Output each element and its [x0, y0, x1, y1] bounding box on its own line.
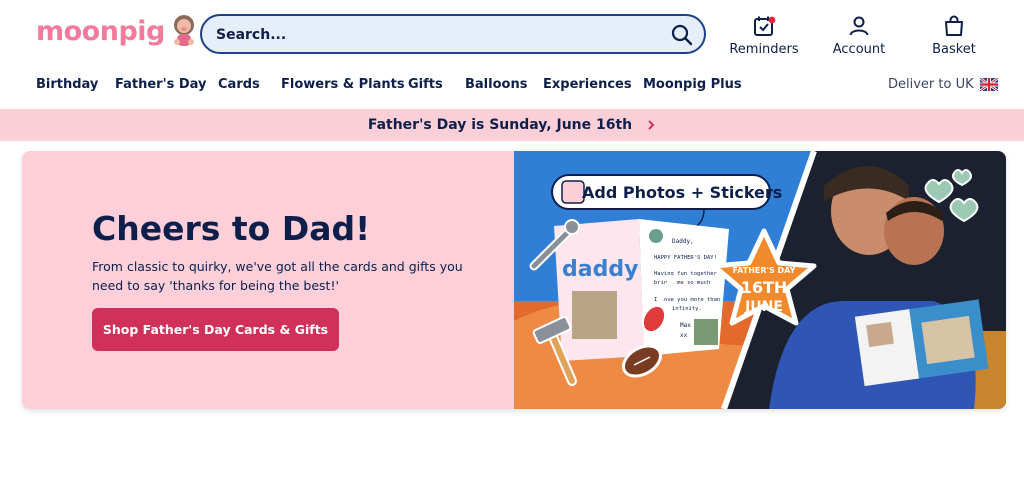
- shopping-bag-icon: [945, 15, 963, 36]
- basket-label: Basket: [932, 42, 976, 57]
- promo-strip[interactable]: Father's Day is Sunday, June 16th: [0, 109, 1024, 141]
- account-label: Account: [832, 42, 886, 57]
- card-word: daddy: [562, 257, 638, 282]
- nav-item-balloons[interactable]: Balloons: [465, 77, 527, 92]
- svg-text:JUNE: JUNE: [744, 299, 783, 315]
- shop-fathers-day-button[interactable]: Shop Father's Day Cards & Gifts: [92, 308, 339, 351]
- nav-item-cards[interactable]: Cards: [218, 77, 260, 92]
- user-icon: [849, 16, 869, 36]
- promo-strip-text: Father's Day is Sunday, June 16th: [367, 117, 633, 133]
- nav-item-flowers-plants[interactable]: Flowers & Plants: [281, 77, 405, 92]
- svg-text:infinity.: infinity.: [672, 306, 702, 312]
- search-bar: [200, 14, 706, 54]
- reminders-label: Reminders: [729, 42, 799, 57]
- deliver-to-selector[interactable]: Deliver to UK: [888, 77, 998, 92]
- svg-text:16TH: 16TH: [741, 278, 788, 297]
- hero-image[interactable]: Add Photos + Stickers daddy Daddy, HAPPY…: [514, 151, 1006, 409]
- reminders-link[interactable]: Reminders: [719, 14, 809, 57]
- nav-item-gifts[interactable]: Gifts: [408, 77, 443, 92]
- hero-title: Cheers to Dad!: [92, 209, 371, 248]
- open-card: daddy Daddy, HAPPY FATHER'S DAY! Having …: [554, 219, 729, 361]
- moonpig-mascot-icon: [173, 15, 194, 46]
- nav-item-fathers-day[interactable]: Father's Day: [115, 77, 206, 92]
- nav-item-birthday[interactable]: Birthday: [36, 77, 98, 92]
- account-link[interactable]: Account: [814, 14, 904, 57]
- hero-text-panel: Cheers to Dad! From classic to quirky, w…: [22, 151, 514, 409]
- svg-text:FATHER'S DAY: FATHER'S DAY: [733, 266, 796, 275]
- search-icon[interactable]: [670, 23, 694, 47]
- moonpig-logo[interactable]: moonpig: [36, 12, 199, 50]
- search-input[interactable]: [216, 24, 656, 46]
- svg-text:xx: xx: [680, 332, 688, 339]
- logo-wordmark: moonpig: [36, 15, 165, 47]
- hero-banner: Cheers to Dad! From classic to quirky, w…: [22, 151, 1006, 409]
- site-header: moonpig Reminders Acco: [0, 0, 1024, 66]
- main-nav: Birthday Father's Day Cards Flowers & Pl…: [0, 66, 1024, 108]
- basket-link[interactable]: Basket: [909, 14, 999, 57]
- deliver-label: Deliver to UK: [888, 77, 974, 92]
- svg-text:Max: Max: [680, 322, 691, 329]
- chevron-right-icon: [648, 120, 655, 130]
- svg-text:Having fun together: Having fun together: [654, 271, 718, 277]
- nav-item-experiences[interactable]: Experiences: [543, 77, 632, 92]
- hero-subtitle: From classic to quirky, we've got all th…: [92, 259, 463, 293]
- badge-text: Add Photos + Stickers: [582, 183, 782, 202]
- svg-text:HAPPY FATHER'S DAY!: HAPPY FATHER'S DAY!: [654, 255, 717, 261]
- nav-item-moonpig-plus[interactable]: Moonpig Plus: [643, 77, 742, 92]
- calendar-reminder-icon: [754, 16, 776, 36]
- svg-text:Daddy,: Daddy,: [672, 238, 694, 245]
- svg-text:brings me so much: brings me so much: [654, 280, 710, 286]
- uk-flag-icon: [979, 78, 998, 91]
